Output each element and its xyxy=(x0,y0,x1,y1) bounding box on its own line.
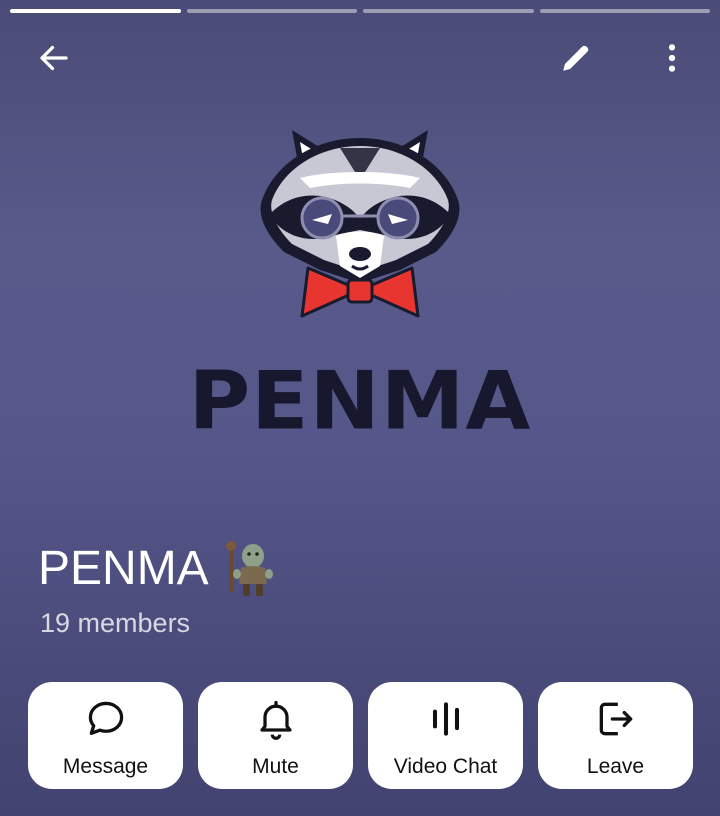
progress-segment xyxy=(186,9,357,13)
more-options-button[interactable] xyxy=(650,36,694,80)
edit-button[interactable] xyxy=(554,36,598,80)
chat-bubble-icon xyxy=(88,701,123,735)
leave-button-label: Leave xyxy=(586,754,645,778)
raccoon-logo-icon xyxy=(260,130,460,318)
action-buttons: Message Mute Video Chat Leave xyxy=(28,682,693,789)
progress-segment xyxy=(539,9,710,13)
logout-icon xyxy=(599,702,632,735)
back-button[interactable] xyxy=(32,36,76,80)
logo-wordmark: PENMA xyxy=(188,354,532,448)
message-button-label: Message xyxy=(62,754,149,778)
voice-bars-icon xyxy=(432,701,459,736)
story-progress-bar xyxy=(10,9,710,13)
leave-button[interactable]: Leave xyxy=(538,682,693,789)
group-profile-screen: PENMA PENMA 19 members Message Mute Vide… xyxy=(0,0,720,816)
video-chat-button[interactable]: Video Chat xyxy=(368,682,523,789)
more-vertical-icon xyxy=(668,44,676,72)
progress-segment-active xyxy=(10,9,181,13)
member-count: 19 members xyxy=(40,608,191,638)
group-title: PENMA xyxy=(38,538,275,598)
video-chat-button-label: Video Chat xyxy=(393,754,498,778)
mute-button-label: Mute xyxy=(252,754,299,778)
mute-button[interactable]: Mute xyxy=(198,682,353,789)
message-button[interactable]: Message xyxy=(28,682,183,789)
pencil-icon xyxy=(563,45,589,71)
bell-icon xyxy=(259,700,292,740)
arrow-left-icon xyxy=(40,45,68,71)
troll-emoji-icon xyxy=(225,541,273,596)
group-name-text: PENMA xyxy=(38,541,209,595)
progress-segment xyxy=(363,9,534,13)
